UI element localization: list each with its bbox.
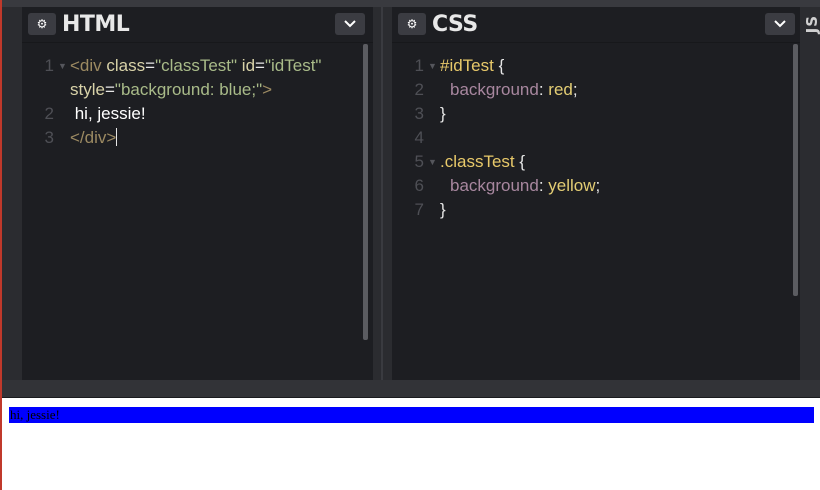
- html-attr-value: "idTest": [264, 56, 322, 75]
- code-line: 1 ▼ <div class="classTest" id="idTest": [22, 54, 373, 78]
- code-text: hi, jessie!: [70, 102, 146, 126]
- html-eq: =: [145, 56, 156, 75]
- html-panel-title: HTML: [62, 12, 130, 37]
- code-line: 3 </div>: [22, 126, 373, 150]
- fold-arrow-icon[interactable]: ▼: [58, 54, 67, 78]
- html-collapse-button[interactable]: [335, 13, 365, 35]
- css-property: background: [450, 80, 539, 99]
- code-line: 7 }: [392, 198, 800, 222]
- chevron-down-icon: [344, 20, 356, 28]
- fold-arrow-icon[interactable]: ▼: [428, 54, 437, 78]
- css-selector: .classTest: [440, 152, 515, 171]
- left-gutter: [2, 7, 22, 380]
- code-line: 2 hi, jessie!: [22, 102, 373, 126]
- editor-area: ⚙ HTML 1 ▼ <div class="classTest" id="id…: [2, 0, 820, 380]
- code-line: 4: [392, 126, 800, 150]
- html-eq: =: [255, 56, 265, 75]
- css-collapse-button[interactable]: [765, 13, 795, 35]
- chevron-down-icon: [774, 20, 786, 28]
- html-panel-header: ⚙ HTML: [22, 7, 373, 43]
- css-selector: #idTest: [440, 56, 494, 75]
- js-panel-collapsed[interactable]: JS: [800, 7, 820, 380]
- html-editor-panel: ⚙ HTML 1 ▼ <div class="classTest" id="id…: [22, 7, 373, 380]
- code-line: 6 background: yellow;: [392, 174, 800, 198]
- css-brace: {: [514, 152, 526, 171]
- css-colon: :: [538, 176, 549, 195]
- css-colon: :: [538, 80, 549, 99]
- html-attr: class: [101, 56, 146, 75]
- editor-preview-resizer[interactable]: [2, 380, 820, 398]
- html-attr-value: "background: blue;": [114, 80, 263, 99]
- line-number: 3: [44, 128, 54, 147]
- code-text: }: [440, 198, 446, 222]
- code-line: 5 ▼ .classTest {: [392, 150, 800, 174]
- line-number: 4: [414, 128, 424, 147]
- code-text: .classTest {: [440, 150, 525, 174]
- html-attr-value: "classTest": [155, 56, 238, 75]
- css-editor-panel: ⚙ CSS 1 ▼ #idTest { 2 background: red; 3…: [392, 7, 800, 380]
- gear-icon: ⚙: [406, 17, 418, 31]
- code-line: 2 background: red;: [392, 78, 800, 102]
- css-value: red: [548, 80, 573, 99]
- css-semicolon: ;: [572, 80, 578, 99]
- code-text: background: red;: [450, 78, 578, 102]
- line-number: 2: [414, 80, 424, 99]
- code-text: </div>: [70, 126, 118, 150]
- fold-arrow-icon[interactable]: ▼: [428, 150, 437, 174]
- code-text: background: yellow;: [450, 174, 600, 198]
- html-tag-close: >: [262, 80, 273, 99]
- css-vertical-scrollbar[interactable]: [793, 44, 798, 296]
- css-brace: }: [440, 104, 446, 123]
- html-attr: id: [237, 56, 256, 75]
- css-brace: }: [440, 200, 446, 219]
- html-text-node: hi, jessie!: [70, 104, 146, 123]
- code-text: #idTest {: [440, 54, 504, 78]
- html-code-editor[interactable]: 1 ▼ <div class="classTest" id="idTest" s…: [22, 43, 373, 380]
- text-cursor: [116, 128, 118, 146]
- code-line: 1 ▼ #idTest {: [392, 54, 800, 78]
- code-line: 3 }: [392, 102, 800, 126]
- line-number: 1: [414, 56, 424, 75]
- css-code-editor[interactable]: 1 ▼ #idTest { 2 background: red; 3 } 4 5: [392, 43, 800, 380]
- line-number: 2: [44, 104, 54, 123]
- css-value: yellow: [548, 176, 596, 195]
- html-tag-end: </div>: [70, 128, 117, 147]
- css-settings-button[interactable]: ⚙: [398, 13, 426, 35]
- line-number: 3: [414, 104, 424, 123]
- css-panel-header: ⚙ CSS: [392, 7, 800, 43]
- code-line-wrap: style="background: blue;">: [22, 78, 373, 102]
- top-strip: [2, 0, 820, 7]
- gear-icon: ⚙: [36, 17, 48, 31]
- panel-divider[interactable]: [373, 7, 392, 380]
- html-eq: =: [104, 80, 115, 99]
- html-settings-button[interactable]: ⚙: [28, 13, 56, 35]
- code-text: }: [440, 102, 446, 126]
- line-number: 7: [414, 200, 424, 219]
- code-text: <div class="classTest" id="idTest": [70, 54, 321, 78]
- code-text: style="background: blue;">: [70, 78, 272, 102]
- preview-pane: hi, jessie!: [2, 398, 820, 490]
- line-number: 6: [414, 176, 424, 195]
- js-panel-label: JS: [803, 15, 820, 34]
- html-vertical-scrollbar[interactable]: [363, 44, 368, 340]
- css-property: background: [450, 176, 539, 195]
- css-brace: {: [493, 56, 505, 75]
- divider-line: [381, 7, 383, 380]
- html-tag-open: <div: [70, 56, 102, 75]
- css-semicolon: ;: [595, 176, 601, 195]
- css-panel-title: CSS: [432, 12, 478, 37]
- codepen-editor-app: ⚙ HTML 1 ▼ <div class="classTest" id="id…: [0, 0, 820, 490]
- line-number: 1: [44, 56, 54, 75]
- preview-test-div: hi, jessie!: [9, 407, 814, 423]
- html-attr: style: [70, 80, 105, 99]
- line-number: 5: [414, 152, 424, 171]
- left-edge-border: [0, 0, 2, 490]
